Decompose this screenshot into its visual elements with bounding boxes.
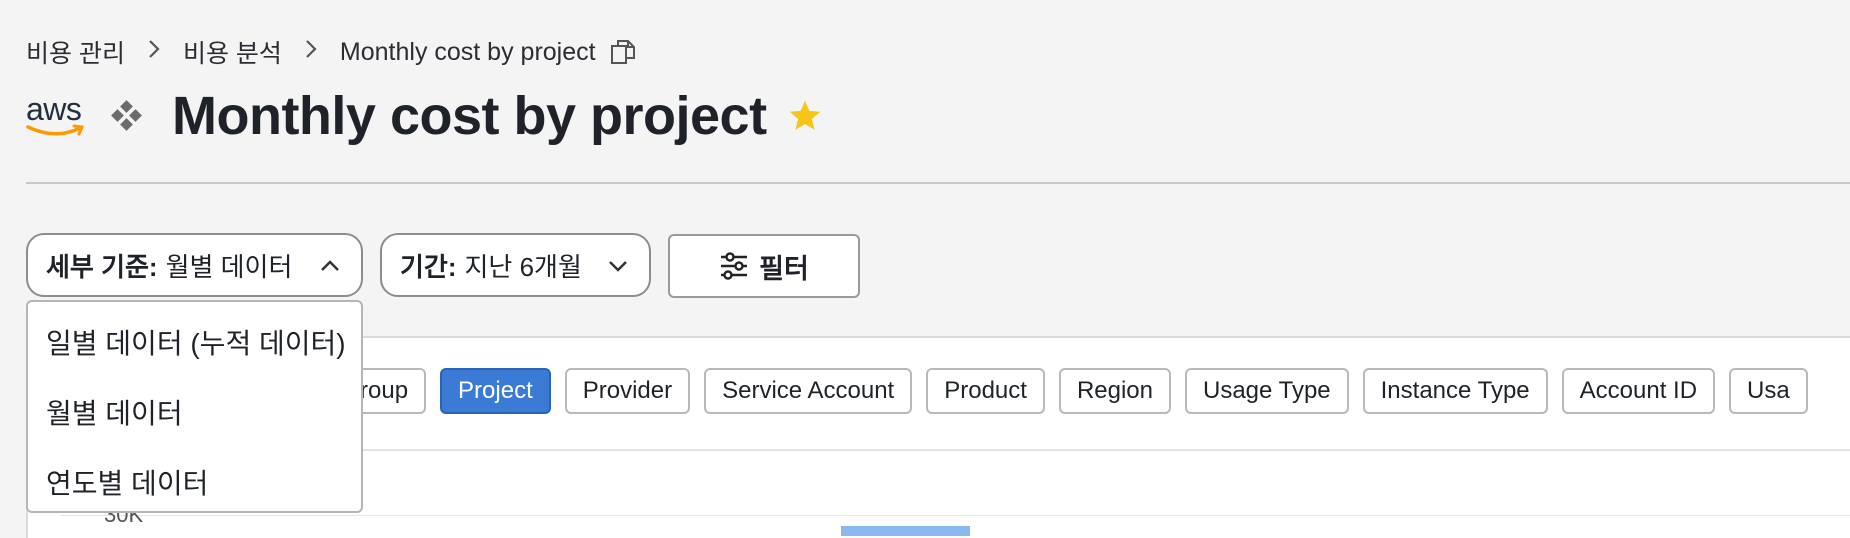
- group-by-chip[interactable]: Account ID: [1561, 368, 1716, 414]
- group-by-chips: t Group Project Provider Service Account Pro…: [310, 368, 1808, 418]
- dropdown-option-monthly[interactable]: 월별 데이터: [46, 392, 183, 432]
- group-by-chip[interactable]: Instance Type: [1362, 368, 1548, 414]
- group-by-chip[interactable]: Project: [440, 368, 551, 414]
- detail-basis-value: 월별 데이터: [165, 251, 293, 282]
- header-divider: [26, 182, 1850, 184]
- detail-basis-select[interactable]: 세부 기준: 월별 데이터: [26, 233, 363, 297]
- page-header: aws Monthly cost by project: [26, 82, 823, 150]
- breadcrumb-current: Monthly cost by project: [339, 37, 596, 66]
- period-select[interactable]: 기간: 지난 6개월: [380, 233, 651, 297]
- detail-basis-dropdown: 일별 데이터 (누적 데이터) 월별 데이터 연도별 데이터: [26, 300, 363, 513]
- sliders-icon: [721, 252, 748, 280]
- dropdown-option-yearly[interactable]: 연도별 데이터: [46, 462, 208, 502]
- group-by-chip[interactable]: Product: [926, 368, 1045, 414]
- chevron-right-icon: [147, 38, 161, 66]
- page-title: Monthly cost by project: [172, 86, 767, 146]
- chart-gridline: [60, 515, 1850, 516]
- group-by-chip[interactable]: Usage Type: [1185, 368, 1349, 414]
- period-label: 기간:: [400, 251, 457, 282]
- group-by-chip[interactable]: Region: [1058, 368, 1171, 414]
- dropdown-option-daily[interactable]: 일별 데이터 (누적 데이터): [46, 322, 346, 362]
- group-by-chip[interactable]: Usa: [1729, 368, 1808, 414]
- period-value: 지난 6개월: [464, 251, 582, 282]
- breadcrumb: 비용 관리 비용 분석 Monthly cost by project: [26, 36, 636, 68]
- project-diamond-icon: [111, 100, 142, 131]
- breadcrumb-cost-analysis[interactable]: 비용 분석: [183, 34, 282, 70]
- filter-button[interactable]: 필터: [668, 234, 860, 298]
- filter-label: 필터: [759, 253, 809, 284]
- group-by-chip[interactable]: Provider: [564, 368, 691, 414]
- aws-logo: aws: [26, 90, 92, 142]
- chevron-down-icon: [609, 261, 627, 272]
- copy-icon[interactable]: [610, 39, 636, 65]
- chevron-up-icon: [321, 260, 339, 271]
- aws-logo-text: aws: [26, 91, 82, 127]
- group-by-chip[interactable]: Service Account: [704, 368, 913, 414]
- chevron-right-icon: [304, 38, 318, 66]
- detail-basis-label: 세부 기준:: [46, 251, 158, 282]
- breadcrumb-cost-management[interactable]: 비용 관리: [26, 34, 125, 70]
- favorite-star-icon[interactable]: [787, 98, 823, 134]
- aws-smile-icon: [26, 124, 85, 136]
- chart-bar[interactable]: [841, 526, 970, 536]
